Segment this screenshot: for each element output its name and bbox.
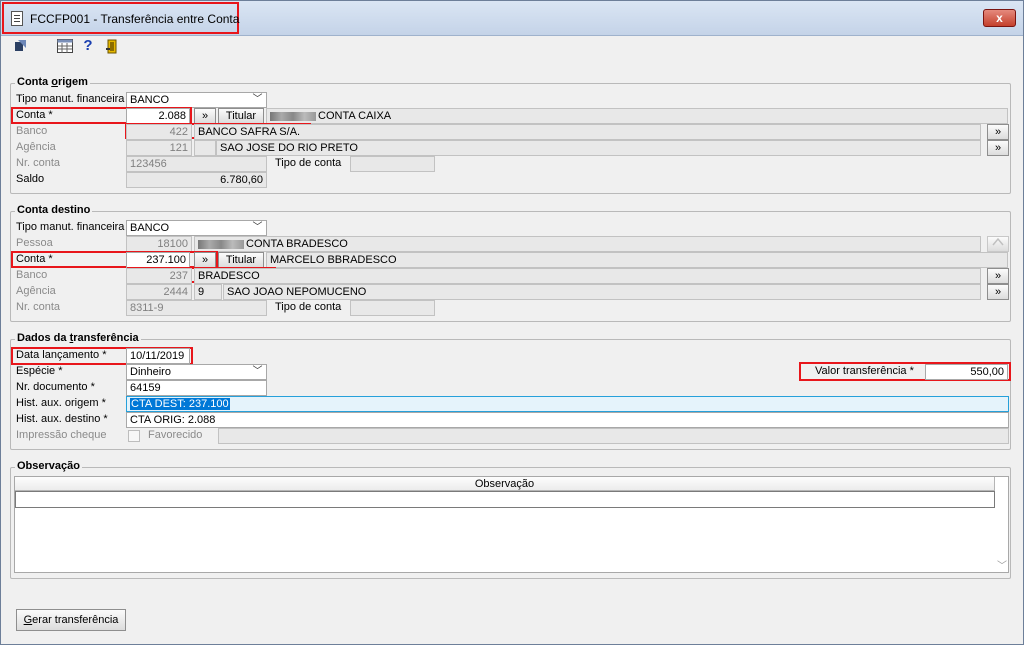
data-lancamento-label: Data lançamento * [16,349,107,361]
chevron-down-icon[interactable]: ﹀ [250,365,265,379]
especie-label: Espécie * [16,365,63,377]
pessoa-name: CONTA BRADESCO [194,236,981,252]
chevron-down-icon[interactable]: ﹀ [250,93,265,107]
nr-conta-destino-label: Nr. conta [16,301,61,313]
return-icon[interactable] [12,39,28,55]
banco-label: Banco [16,125,48,137]
tipo-manut-destino-select[interactable]: BANCO [126,220,267,236]
nr-documento-label: Nr. documento * [16,381,95,393]
agencia-name: SAO JOSE DO RIO PRETO [216,140,981,156]
titular-button[interactable]: Titular [218,108,264,124]
document-icon [11,11,23,26]
impressao-cheque-checkbox[interactable] [128,430,140,442]
favorecido-field [218,428,1009,444]
data-lancamento-input[interactable]: 10/11/2019 [126,348,190,364]
redacted-name [198,239,244,249]
agencia-label: Agência [16,141,56,153]
banco-destino-lookup-button[interactable]: » [987,268,1009,284]
tipo-conta-field [350,156,435,172]
tipo-conta-destino-label: Tipo de conta [275,301,342,313]
calendar-grid-icon[interactable] [57,39,73,55]
conta-origem-title: Conta origem [15,76,90,88]
exit-door-icon[interactable] [104,39,120,55]
scroll-down-icon[interactable]: ﹀ [996,557,1008,572]
observacao-title: Observação [15,460,82,472]
conta-destino-title: Conta destino [15,204,93,216]
tipo-manut-label: Tipo manut. financeira [16,93,125,105]
gerar-transferencia-button[interactable]: Gerar transferência [16,609,126,631]
dados-transferencia-title: Dados da transferência [15,332,141,344]
agencia-destino-lookup-button[interactable]: » [987,284,1009,300]
valor-transferencia-label: Valor transferência * [815,365,914,377]
agencia-lookup-button[interactable]: » [987,140,1009,156]
pessoa-code: 18100 [126,236,192,252]
hist-origem-input[interactable]: CTA DEST: 237.100 [126,396,1009,412]
conta-destino-lookup-button[interactable]: » [194,252,216,268]
nr-conta-field: 123456 [126,156,267,172]
window-title: FCCFP001 - Transferência entre Conta [30,12,240,26]
pessoa-label: Pessoa [16,237,53,249]
hist-destino-label: Hist. aux. destino * [16,413,108,425]
banco-destino-code: 237 [126,268,192,284]
banco-destino-name: BRADESCO [194,268,981,284]
conta-lookup-button[interactable]: » [194,108,216,124]
agencia-destino-name: SAO JOAO NEPOMUCENO [223,284,981,300]
observacao-column-header[interactable]: Observação [15,477,995,491]
banco-lookup-button[interactable]: » [987,124,1009,140]
agencia-dv [194,140,216,156]
tipo-manut-destino-label: Tipo manut. financeira [16,221,125,233]
conta-destino-input[interactable]: 237.100 [126,252,190,268]
close-button[interactable]: x [983,9,1016,27]
titular-field: CONTA CAIXA [266,108,1008,124]
conta-destino-label: Conta * [16,253,53,265]
impressao-cheque-label: Impressão cheque [16,429,107,441]
chevron-down-icon[interactable]: ﹀ [250,221,265,235]
hist-origem-label: Hist. aux. origem * [16,397,106,409]
tipo-manut-select[interactable]: BANCO [126,92,267,108]
banco-code: 422 [126,124,192,140]
banco-destino-label: Banco [16,269,48,281]
valor-transferencia-input[interactable]: 550,00 [925,364,1008,380]
banco-name: BANCO SAFRA S/A. [194,124,981,140]
observacao-row[interactable] [15,491,995,508]
saldo-label: Saldo [16,173,45,185]
especie-select[interactable]: Dinheiro [126,364,267,380]
agencia-code: 121 [126,140,192,156]
nr-conta-destino-field: 8311-9 [126,300,267,316]
redacted-name [270,111,316,121]
agencia-destino-code: 2444 [126,284,192,300]
help-icon[interactable]: ? [80,38,96,54]
conta-input[interactable]: 2.088 [126,108,190,124]
titular-destino-button[interactable]: Titular [218,252,264,268]
nr-documento-input[interactable]: 64159 [126,380,267,396]
titular-destino-field: MARCELO BBRADESCO [266,252,1008,268]
conta-label: Conta * [16,109,53,121]
hist-destino-input[interactable]: CTA ORIG: 2.088 [126,412,1009,428]
saldo-field: 6.780,60 [126,172,267,188]
nr-conta-label: Nr. conta [16,157,61,169]
agencia-destino-label: Agência [16,285,56,297]
pessoa-lookup-button[interactable] [987,236,1009,252]
favorecido-label: Favorecido [148,429,203,441]
tipo-conta-destino-field [350,300,435,316]
tipo-conta-label: Tipo de conta [275,157,342,169]
agencia-destino-dv: 9 [194,284,222,300]
